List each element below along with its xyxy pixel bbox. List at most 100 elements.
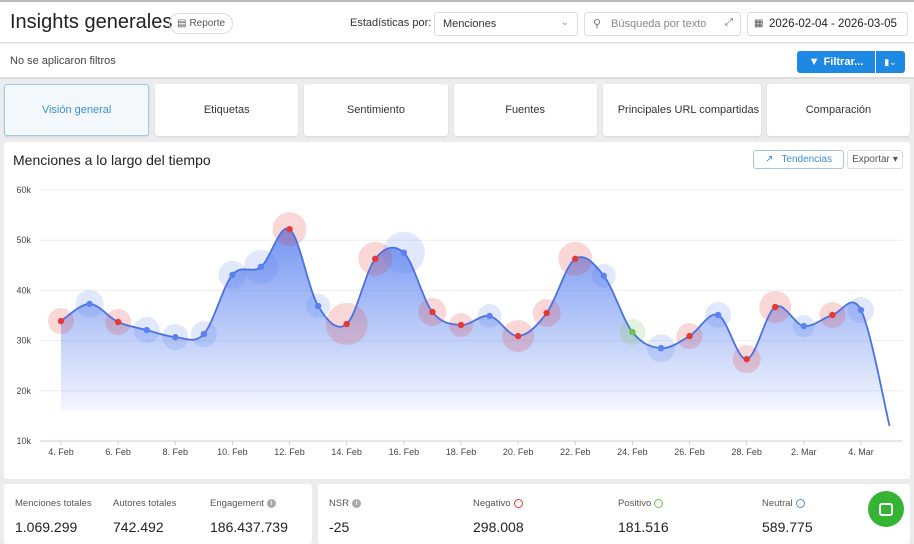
top-bar: Insights generales ▤ Reporte Estadísticas… (0, 0, 914, 43)
stat-value: 1.069.299 (15, 519, 78, 535)
y-tick-label: 10k (16, 436, 31, 446)
tabs: Visión general Etiquetas Sentimiento Fue… (4, 84, 911, 136)
data-point[interactable] (743, 355, 750, 363)
tab-comparacion[interactable]: Comparación (766, 84, 911, 136)
bookmark-icon: ▮⌄ (884, 56, 897, 67)
stat-neutral: Neutral 589.775 (762, 498, 813, 535)
search-input[interactable]: ⚲ Búsqueda por texto ⤢ (584, 12, 741, 36)
chat-icon (879, 502, 893, 516)
stats-by-value: Menciones (443, 18, 497, 30)
neutral-face-icon (795, 499, 805, 508)
x-tick-label: 4. Feb (48, 447, 74, 457)
stat-label: Negativo (473, 498, 511, 509)
stat-label: Positivo (618, 498, 652, 509)
chat-button[interactable] (868, 491, 904, 527)
stat-label: NSR (329, 498, 350, 509)
document-icon: ▤ (177, 18, 187, 29)
info-icon[interactable]: i (266, 499, 276, 508)
data-point[interactable] (57, 317, 65, 325)
data-point[interactable] (400, 249, 408, 256)
data-point[interactable] (114, 318, 122, 326)
data-point[interactable] (143, 326, 150, 334)
filter-bar: No se aplicaron filtros ▼ Filtrar... ▮⌄ (0, 44, 914, 79)
tab-vision-general[interactable]: Visión general (4, 84, 150, 136)
sentiment-stats-panel: NSR i -25 Negativo 298.008 Positivo 181.516 … (318, 484, 910, 544)
data-point[interactable] (714, 311, 722, 319)
y-tick-label: 30k (16, 336, 31, 346)
x-tick-label: 12. Feb (274, 447, 305, 457)
y-tick-label: 60k (16, 185, 31, 195)
data-point[interactable] (286, 225, 293, 233)
trend-line-icon: ↗ (765, 154, 774, 165)
stat-positive: Positivo 181.516 (618, 498, 669, 535)
stat-value: 589.775 (762, 519, 813, 535)
chevron-down-icon: ⌄ (560, 17, 569, 28)
data-point[interactable] (857, 306, 865, 314)
data-point[interactable] (629, 328, 636, 336)
y-tick-label: 50k (16, 235, 31, 245)
x-tick-label: 20. Feb (503, 447, 534, 457)
data-point[interactable] (486, 312, 493, 320)
chart-title: Menciones a lo largo del tiempo (13, 152, 211, 168)
data-point[interactable] (572, 255, 579, 262)
data-point[interactable] (457, 321, 465, 329)
tab-principales-url[interactable]: Principales URL compartidas (602, 84, 761, 136)
data-point[interactable] (772, 303, 779, 311)
info-icon[interactable]: i (352, 499, 362, 508)
stat-label: Engagement (210, 498, 264, 509)
y-tick-label: 20k (16, 386, 31, 396)
x-tick-label: 28. Feb (731, 447, 762, 457)
tab-fuentes[interactable]: Fuentes (453, 84, 597, 136)
x-tick-label: 24. Feb (617, 447, 648, 457)
data-point[interactable] (314, 302, 322, 310)
stat-label: Menciones totales (15, 498, 92, 509)
filter-button[interactable]: ▼ Filtrar... (797, 51, 875, 73)
data-point[interactable] (657, 344, 665, 352)
filter-icon: ▼ (808, 56, 820, 68)
expand-icon[interactable]: ⤢ (725, 17, 733, 28)
data-point[interactable] (372, 255, 379, 262)
stat-negative: Negativo 298.008 (473, 498, 524, 535)
stat-value: 742.492 (113, 519, 164, 535)
stat-total-mentions: Menciones totales 1.069.299 (15, 498, 92, 535)
data-point[interactable] (200, 330, 208, 338)
stat-total-authors: Autores totales 742.492 (113, 498, 176, 535)
y-tick-label: 40k (16, 285, 31, 295)
mentions-chart-card: 10k 20k 30k 40k 50k 60k 4. Feb 6. Feb 8. Feb 10. … (4, 142, 910, 479)
data-point[interactable] (257, 263, 265, 271)
tab-sentimiento[interactable]: Sentimiento (304, 84, 448, 136)
data-point[interactable] (229, 271, 236, 279)
data-point[interactable] (800, 322, 808, 330)
bookmark-dropdown-button[interactable]: ▮⌄ (876, 51, 905, 73)
general-stats-panel: Menciones totales 1.069.299 Autores total… (4, 484, 312, 544)
data-point[interactable] (514, 332, 522, 340)
export-label: Exportar (852, 154, 890, 165)
area-fill (61, 228, 890, 426)
data-point[interactable] (86, 300, 93, 308)
stat-nsr: NSR i -25 (329, 498, 362, 535)
report-button[interactable]: ▤ Reporte (169, 13, 234, 34)
data-point[interactable] (543, 309, 550, 317)
date-range-picker[interactable]: ▦ 2026-02-04 - 2026-03-05 (747, 12, 908, 36)
stats-by-select[interactable]: Menciones ⌄ (434, 12, 578, 36)
caret-down-icon: ▾ (892, 154, 898, 165)
data-point[interactable] (600, 272, 608, 280)
data-point[interactable] (429, 308, 436, 316)
search-icon: ⚲ (593, 18, 602, 30)
sad-face-icon (513, 499, 523, 508)
date-range-value: 2026-02-04 - 2026-03-05 (769, 18, 897, 30)
stat-label: Autores totales (113, 498, 177, 509)
tab-etiquetas[interactable]: Etiquetas (155, 84, 299, 136)
data-point[interactable] (686, 332, 693, 340)
calendar-icon: ▦ (754, 18, 764, 29)
data-point[interactable] (829, 311, 836, 319)
export-button[interactable]: Exportar ▾ (847, 150, 903, 169)
x-tick-label: 18. Feb (446, 447, 477, 457)
data-point[interactable] (343, 320, 350, 328)
data-point[interactable] (172, 333, 179, 341)
stat-value: -25 (329, 519, 350, 535)
x-tick-label: 8. Feb (163, 447, 189, 457)
stat-engagement: Engagement i 186.437.739 (210, 498, 288, 535)
report-label: Reporte (189, 18, 226, 29)
trends-button[interactable]: ↗ Tendencias (753, 150, 844, 169)
